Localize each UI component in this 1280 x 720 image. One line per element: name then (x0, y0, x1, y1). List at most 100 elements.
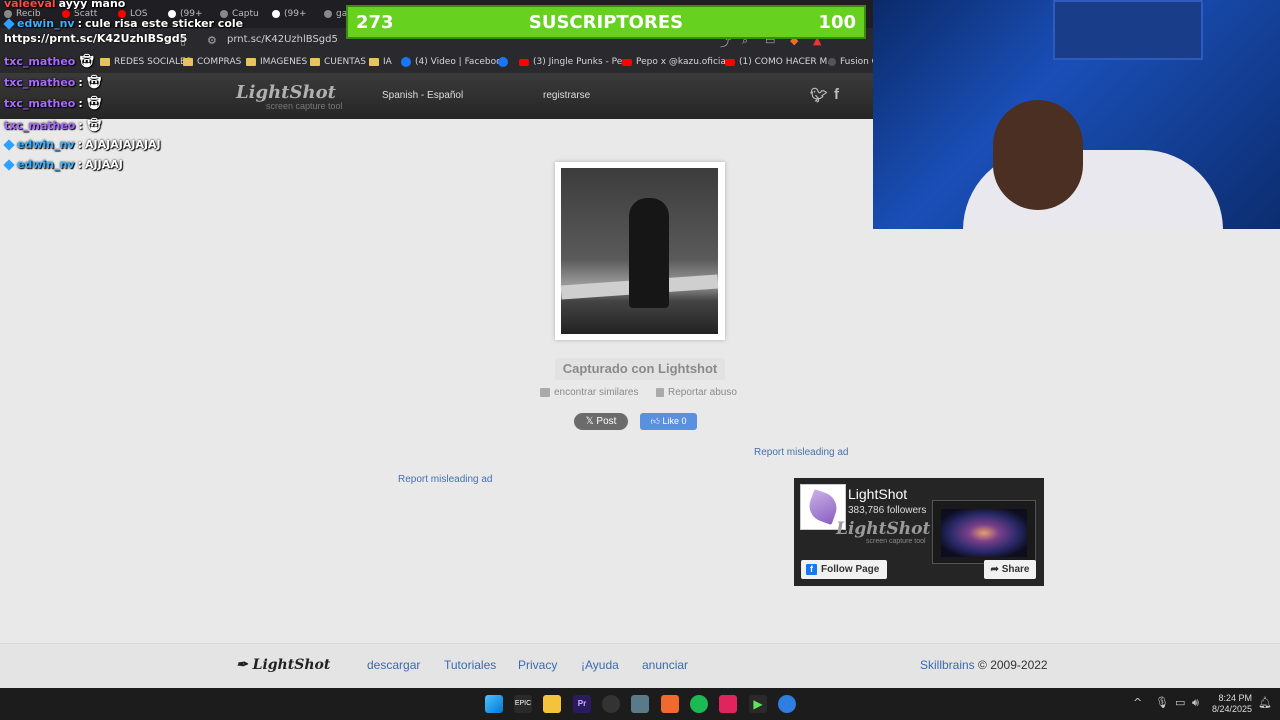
youtube-icon (519, 58, 529, 66)
page-name[interactable]: LightShot (848, 486, 907, 502)
bookmarks-bar: REDES SOCIALES COMPRAS IMAGENES CUENTAS … (0, 52, 880, 74)
bookmark-jingle-punks[interactable]: (3) Jingle Punks - Pe... (519, 57, 631, 67)
footer-link-help[interactable]: ¡Ayuda (581, 658, 619, 672)
image-figure (629, 198, 669, 308)
facebook-icon[interactable]: f (834, 86, 839, 103)
site-icon (828, 58, 836, 66)
notepad-icon[interactable] (631, 695, 649, 713)
taskbar-clock[interactable]: 8:24 PM 8/24/2025 (1212, 693, 1252, 715)
site-settings-icon[interactable]: ⚙ (207, 34, 217, 47)
brave-icon[interactable] (661, 695, 679, 713)
bookmark-imagenes[interactable]: IMAGENES (246, 57, 307, 67)
emote-icon: 🤠︎ (85, 75, 103, 90)
globe-icon (324, 10, 332, 18)
chat-message: edwin_nv: AJJAAJ (3, 158, 123, 171)
premiere-icon[interactable]: Pr (573, 695, 591, 713)
epic-games-icon[interactable]: EPIC (514, 695, 532, 713)
thumbs-up-icon: 👍︎ (650, 416, 663, 426)
discord-icon[interactable] (778, 695, 796, 713)
url-input[interactable]: prnt.sc/K42UzhlBSgd5 (227, 34, 338, 45)
file-explorer-icon[interactable] (543, 695, 561, 713)
emote-icon: 🤠︎ (85, 96, 103, 111)
widget-logo: LightShot (836, 519, 931, 539)
facebook-icon (401, 57, 411, 67)
chevron-up-icon[interactable]: ^ (1133, 696, 1142, 709)
network-icon[interactable]: ▭ (1175, 696, 1185, 709)
spotify-icon[interactable] (690, 695, 708, 713)
bookmark-icon[interactable]: ▯ (180, 34, 186, 47)
footer-logo[interactable]: ✒︎ LightShot (236, 657, 330, 673)
follow-page-button[interactable]: f Follow Page (801, 560, 887, 579)
tiktok-live-icon[interactable] (719, 695, 737, 713)
follower-count: 383,786 followers (848, 505, 927, 516)
emote-icon: 🤠︎ (78, 54, 95, 69)
lightshot-logo[interactable]: LightShot screen capture tool (236, 82, 343, 111)
badge-icon (3, 17, 15, 30)
obs-icon[interactable] (602, 695, 620, 713)
footer-link-privacy[interactable]: Privacy (518, 658, 557, 672)
report-misleading-ad-link[interactable]: Report misleading ad (398, 474, 493, 485)
skillbrains-link[interactable]: Skillbrains (920, 658, 975, 672)
widget-logo-sub: screen capture tool (866, 538, 926, 545)
chat-message: edwin_nv: AJAJAJAJAJAJ (3, 138, 161, 151)
chat-message: valeeval ayyy mano (4, 0, 126, 10)
feather-icon: ✒︎ (236, 657, 253, 673)
youtube-icon (622, 58, 632, 66)
windows-start-icon[interactable] (485, 695, 503, 713)
report-misleading-ad-link[interactable]: Report misleading ad (754, 447, 849, 458)
subscribers-label: SUSCRIPTORES (528, 11, 684, 33)
bookmark-compras[interactable]: COMPRAS (183, 57, 241, 67)
footer-link-advertise[interactable]: anunciar (642, 658, 688, 672)
cover-thumbnail (932, 500, 1036, 564)
chat-message: txc_matheo: 🤠︎ (4, 96, 103, 111)
background-light (1053, 0, 1203, 60)
flag-icon (656, 388, 664, 397)
share-button[interactable]: ➦ Share (984, 560, 1036, 579)
tiktok-icon (272, 10, 280, 18)
chat-message: txc_matheo 🤠︎ (4, 54, 95, 69)
report-abuse-link[interactable]: Reportar abuso (656, 387, 737, 398)
facebook-like-button[interactable]: 👍︎ Like 0 (640, 413, 697, 430)
facebook-page-widget: LightShot 383,786 followers LightShot sc… (794, 478, 1044, 586)
bookmark-facebook[interactable] (498, 57, 508, 67)
screenshot-image[interactable] (560, 168, 719, 334)
facebook-icon (498, 57, 508, 67)
person-head (993, 100, 1083, 210)
youtube-icon (725, 58, 735, 66)
share-icon: ➦ (990, 564, 1002, 575)
bookmark-pepo[interactable]: Pepo x @kazu.oficia... (622, 57, 735, 67)
kick-icon[interactable]: ▶ (749, 695, 767, 713)
volume-icon[interactable]: 🔊︎ (1192, 696, 1199, 710)
webcam-feed (873, 0, 1280, 229)
folder-icon (100, 58, 110, 66)
folder-icon (369, 58, 379, 66)
subscribers-goal-banner: 273 SUSCRIPTORES 100 (346, 5, 866, 39)
microphone-icon[interactable]: 🎙︎ (1155, 696, 1169, 709)
bookmark-video-facebook[interactable]: (4) Video | Facebook (401, 57, 507, 67)
captured-with-caption: Capturado con Lightshot (555, 358, 725, 380)
windows-taskbar: EPIC Pr ▶ ^ 🎙︎ ▭ 🔊︎ 8:24 PM 8/24/2025 🔔︎ (0, 688, 1280, 720)
notification-icon[interactable]: 🔔︎ (1258, 696, 1272, 709)
bookmark-como-hacer[interactable]: (1) COMO HACER M... (725, 57, 836, 67)
bookmark-cuentas[interactable]: CUENTAS (310, 57, 366, 67)
folder-icon (246, 58, 256, 66)
tab-6[interactable]: (99+ (272, 6, 307, 22)
twitter-icon[interactable]: 🐦︎ (810, 87, 828, 104)
footer-link-download[interactable]: descargar (367, 658, 420, 672)
lightshot-header: LightShot screen capture tool Spanish - … (0, 74, 873, 119)
screenshot-image-frame[interactable] (555, 162, 725, 340)
bookmark-redes-sociales[interactable]: REDES SOCIALES (100, 57, 191, 67)
chat-message: txc_matheo: 🤠︎ (4, 118, 103, 133)
folder-icon (183, 58, 193, 66)
register-link[interactable]: registrarse (543, 90, 590, 101)
x-post-button[interactable]: 𝕏 Post (574, 413, 628, 430)
find-similar-link[interactable]: encontrar similares (540, 387, 638, 398)
url-tooltip: https://prnt.sc/K42UzhlBSgd5 (4, 32, 188, 45)
bookmark-ia[interactable]: IA (369, 57, 392, 67)
badge-icon (3, 158, 15, 171)
tab-7[interactable]: ga (324, 6, 347, 22)
language-select[interactable]: Spanish - Español (382, 90, 463, 101)
footer-link-tutorials[interactable]: Tutoriales (444, 658, 496, 672)
subscriber-goal: 100 (818, 11, 856, 33)
galaxy-image (941, 509, 1027, 557)
